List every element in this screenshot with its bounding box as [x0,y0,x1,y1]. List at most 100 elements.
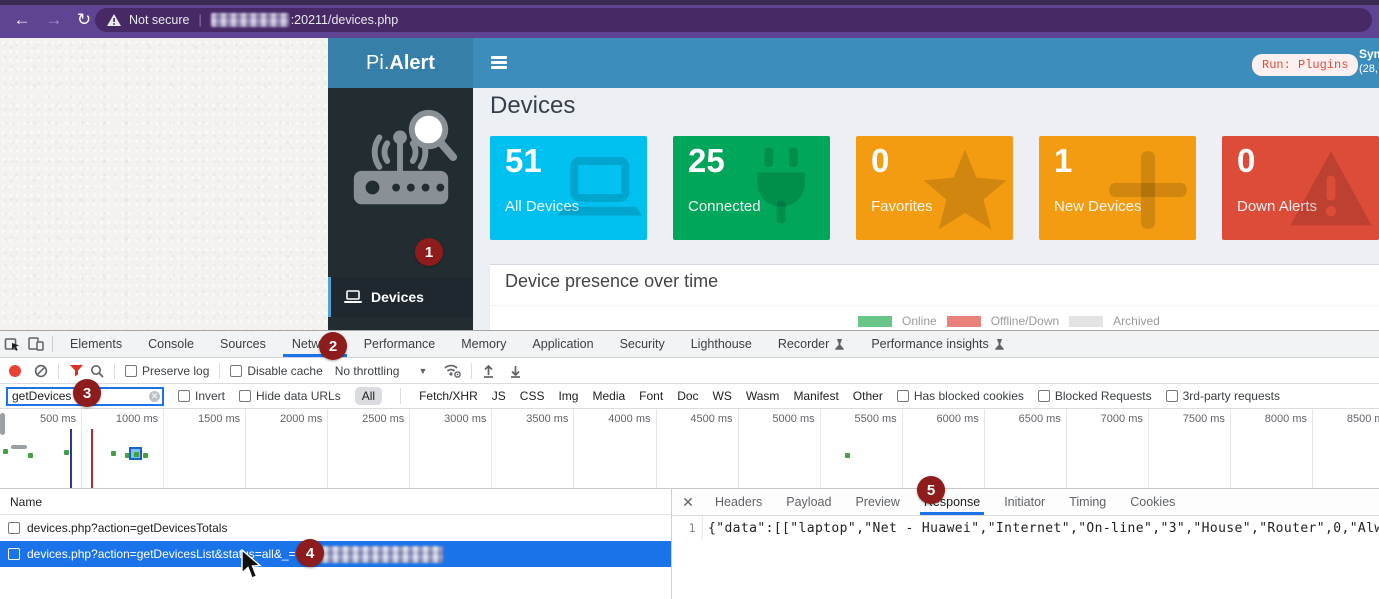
detail-tab-preview[interactable]: Preview [843,489,911,515]
filter-type-ws[interactable]: WS [713,389,732,403]
checkbox-icon[interactable] [230,365,242,377]
filter-type-css[interactable]: CSS [520,389,545,403]
annotation-step-4: 4 [296,539,324,567]
laptop-icon [344,290,362,304]
filter-type-wasm[interactable]: Wasm [746,389,780,403]
tab-application[interactable]: Application [519,331,606,357]
tab-sources[interactable]: Sources [207,331,279,357]
plug-ghost-icon [738,146,826,234]
throttling-dropdown[interactable]: No throttling ▼ [335,364,428,378]
network-conditions-icon[interactable] [443,363,461,378]
invert-checkbox[interactable]: Invert [178,389,225,403]
tab-recorder[interactable]: Recorder [765,331,858,357]
disable-cache-checkbox[interactable]: Disable cache [230,364,322,378]
tab-memory[interactable]: Memory [448,331,519,357]
stat-card-down-alerts[interactable]: 0 Down Alerts [1222,136,1379,240]
clear-log-icon[interactable] [34,364,48,378]
filter-type-manifest[interactable]: Manifest [793,389,838,403]
checkbox-icon[interactable] [239,390,251,402]
sidebar-toggle-icon[interactable] [491,56,507,70]
filter-type-font[interactable]: Font [639,389,663,403]
filter-icon[interactable] [69,364,84,377]
tab-performance-insights[interactable]: Performance insights [858,331,1017,357]
stat-card-connected[interactable]: 25 Connected [673,136,830,240]
tab-console[interactable]: Console [135,331,207,357]
tab-lighthouse[interactable]: Lighthouse [678,331,765,357]
request-list-header[interactable]: Name [0,489,671,515]
filter-type-doc[interactable]: Doc [677,389,698,403]
request-row[interactable]: devices.php?action=getDevicesTotals [0,515,671,541]
back-icon[interactable]: ← [11,9,33,31]
clear-filter-icon[interactable]: ✕ [149,391,160,402]
stat-card-favorites[interactable]: 0 Favorites [856,136,1013,240]
response-body-line[interactable]: 1 {"data":[["laptop","Net - Huawei","Int… [673,516,1379,540]
webpage-viewport: Pi.Alert Run: Plugins Sym (28, [0,38,1379,330]
detail-tab-timing[interactable]: Timing [1057,489,1118,515]
filter-type-img[interactable]: Img [558,389,578,403]
load-event-marker [91,429,93,489]
forward-icon[interactable]: → [43,9,65,31]
stat-card-new-devices[interactable]: 1 New Devices [1039,136,1196,240]
overview-drag-handle[interactable] [0,413,5,435]
request-row-selected[interactable]: devices.php?action=getDevicesList&status… [0,541,671,567]
timeline-tick: 1500 ms [164,409,246,489]
filter-type-fetch-xhr[interactable]: Fetch/XHR [419,389,478,403]
blocked-requests-label: Blocked Requests [1055,389,1152,403]
header-clipped-text: Sym (28, [1359,46,1379,82]
checkbox-icon[interactable] [8,548,20,560]
reload-icon[interactable]: ↻ [73,9,95,31]
address-bar[interactable]: Not secure | :20211/devices.php [95,8,1372,32]
filter-type-other[interactable]: Other [853,389,883,403]
url-text: :20211/devices.php [291,13,399,27]
checkbox-icon[interactable] [897,390,909,402]
checkbox-icon[interactable] [1166,390,1178,402]
request-dot [64,450,69,455]
blocked-requests-checkbox[interactable]: Blocked Requests [1038,389,1152,403]
window-title-strip [0,0,1379,5]
brand-prefix: Pi. [366,52,389,75]
tab-elements[interactable]: Elements [57,331,135,357]
tab-recorder-label: Recorder [778,337,829,351]
pialert-app: Pi.Alert Run: Plugins Sym (28, [328,38,1379,330]
device-toolbar-icon[interactable] [24,331,48,357]
record-button[interactable] [8,364,22,378]
stat-value: 1 [1054,142,1072,180]
request-type-filters: All Fetch/XHR JS CSS Img Media Font Doc … [355,387,883,405]
stat-card-all-devices[interactable]: 51 All Devices [490,136,647,240]
checkbox-icon[interactable] [178,390,190,402]
filter-type-js[interactable]: JS [492,389,506,403]
plus-ghost-icon [1104,146,1192,234]
third-party-requests-checkbox[interactable]: 3rd-party requests [1166,389,1280,403]
hide-data-urls-checkbox[interactable]: Hide data URLs [239,389,341,403]
run-plugins-button[interactable]: Run: Plugins [1252,54,1358,76]
timeline-tick: 7000 ms [1067,409,1149,489]
toolbar-separator [58,363,59,379]
invert-label: Invert [195,389,225,403]
sidebar-item-devices[interactable]: Devices [328,277,473,317]
tab-security[interactable]: Security [607,331,678,357]
legend-label-online: Online [902,314,937,328]
timeline-tick: 4000 ms [574,409,656,489]
checkbox-icon[interactable] [8,522,20,534]
network-overview-timeline[interactable]: 500 ms 1000 ms 1500 ms 2000 ms 2500 ms 3… [0,409,1379,489]
import-har-icon[interactable] [482,364,495,378]
checkbox-icon[interactable] [1038,390,1050,402]
detail-tab-initiator[interactable]: Initiator [992,489,1057,515]
detail-tab-cookies[interactable]: Cookies [1118,489,1187,515]
close-icon[interactable]: ✕ [673,494,703,511]
app-logo[interactable]: Pi.Alert [328,38,473,88]
filter-type-all[interactable]: All [355,387,382,405]
timeline-tick: 7500 ms [1149,409,1231,489]
stat-value: 0 [871,142,889,180]
has-blocked-cookies-checkbox[interactable]: Has blocked cookies [897,389,1024,403]
tab-performance[interactable]: Performance [351,331,449,357]
filter-type-media[interactable]: Media [592,389,625,403]
inspect-element-icon[interactable] [0,331,24,357]
preserve-log-checkbox[interactable]: Preserve log [125,364,209,378]
third-party-requests-label: 3rd-party requests [1183,389,1280,403]
export-har-icon[interactable] [509,364,522,378]
search-icon[interactable] [90,364,104,378]
checkbox-icon[interactable] [125,365,137,377]
detail-tab-headers[interactable]: Headers [703,489,774,515]
detail-tab-payload[interactable]: Payload [774,489,843,515]
